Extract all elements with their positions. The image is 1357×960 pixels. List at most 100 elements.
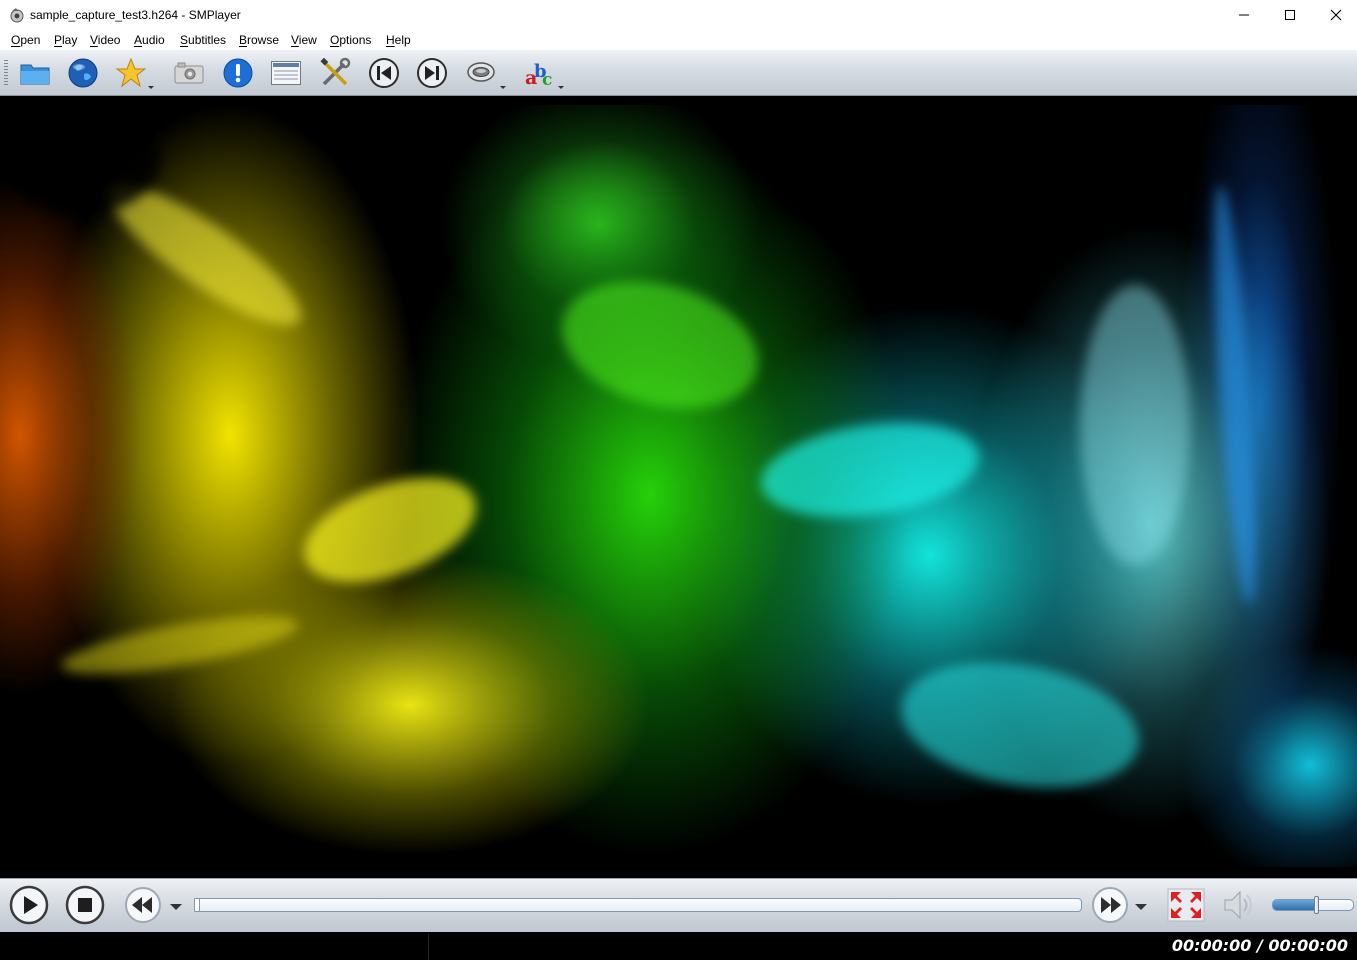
menu-open-label: pen — [20, 33, 41, 47]
previous-button[interactable] — [367, 56, 401, 90]
preferences-tools-icon — [320, 57, 351, 86]
menu-play[interactable]: Play — [54, 33, 77, 47]
menu-browse[interactable]: Browse — [239, 33, 279, 47]
menu-options-accel: O — [330, 33, 340, 47]
play-button[interactable] — [9, 885, 49, 925]
forward-icon — [1092, 887, 1128, 923]
close-button[interactable] — [1313, 0, 1357, 30]
audio-track-icon — [467, 62, 495, 82]
menu-browse-accel: B — [239, 33, 248, 47]
menu-bar: Open Play Video Audio Subtitles Browse V… — [0, 30, 1357, 50]
video-flame-wisp — [547, 261, 773, 429]
video-shadow — [760, 105, 1060, 245]
menu-view[interactable]: View — [291, 33, 317, 47]
menu-help-label: elp — [394, 33, 411, 47]
menu-video-accel: V — [90, 33, 98, 47]
title-bar: sample_capture_test3.h264 - SMPlayer — [0, 0, 1357, 30]
video-flame-wisp — [290, 456, 490, 604]
window-title: sample_capture_test3.h264 - SMPlayer — [30, 8, 241, 22]
fullscreen-button[interactable] — [1166, 885, 1206, 925]
svg-text:c: c — [542, 70, 552, 89]
volume-slider[interactable] — [1272, 896, 1354, 914]
favorites-dropdown-arrow-icon — [148, 86, 154, 89]
stop-button[interactable] — [65, 885, 105, 925]
volume-empty-track — [1317, 900, 1353, 910]
menu-subtitles-accel: S — [180, 33, 189, 47]
next-button[interactable] — [415, 56, 449, 90]
open-file-button[interactable] — [18, 56, 52, 90]
play-icon — [9, 885, 49, 925]
menu-video[interactable]: Video — [90, 33, 120, 47]
seek-slider[interactable] — [194, 898, 1082, 912]
subtitles-abc-icon: a b c — [525, 61, 552, 89]
menu-audio[interactable]: Audio — [134, 33, 165, 47]
subtitles-dropdown-arrow-icon — [558, 86, 564, 89]
audio-track-dropdown-arrow-icon — [500, 86, 506, 89]
toolbar-grip[interactable] — [4, 60, 8, 86]
forward-dropdown-arrow-icon — [1135, 904, 1147, 910]
rewind-dropdown-arrow-icon — [170, 904, 182, 910]
fullscreen-icon — [1167, 888, 1205, 922]
mute-button[interactable] — [1219, 885, 1259, 925]
seek-handle[interactable] — [194, 898, 200, 912]
maximize-icon — [1285, 10, 1295, 20]
video-flame-wisp — [754, 410, 986, 530]
status-bar: 00:00:00 / 00:00:00 — [0, 932, 1357, 960]
menu-play-label: lay — [62, 33, 78, 47]
playlist-button[interactable] — [269, 56, 303, 90]
menu-video-label: ideo — [97, 33, 121, 47]
playlist-icon — [271, 61, 301, 85]
video-shadow — [0, 105, 160, 215]
open-url-globe-icon — [68, 58, 98, 88]
rewind-button[interactable] — [123, 885, 182, 925]
video-frame — [0, 105, 1357, 867]
previous-icon — [369, 58, 399, 88]
next-icon — [417, 58, 447, 88]
open-url-button[interactable] — [66, 56, 100, 90]
menu-audio-accel: A — [134, 33, 143, 47]
menu-view-accel: V — [291, 33, 299, 47]
volume-handle[interactable] — [1314, 896, 1319, 914]
menu-options-label: ptions — [339, 33, 372, 47]
preferences-button[interactable] — [318, 56, 352, 90]
maximize-button[interactable] — [1267, 0, 1313, 30]
mute-speaker-icon — [1224, 890, 1252, 920]
main-toolbar: a b c — [0, 50, 1357, 96]
menu-options[interactable]: Options — [330, 33, 371, 47]
favorites-star-icon — [115, 57, 147, 88]
close-icon — [1330, 9, 1342, 21]
video-flame-wisp — [1080, 285, 1190, 565]
menu-subtitles[interactable]: Subtitles — [180, 33, 226, 47]
status-separator — [428, 934, 429, 960]
info-icon — [223, 58, 253, 88]
screenshot-camera-icon — [174, 62, 204, 84]
video-flame-wisp — [891, 645, 1149, 805]
video-flame-wisp — [58, 604, 302, 686]
smplayer-icon — [9, 7, 25, 23]
open-folder-icon — [20, 64, 50, 85]
info-button[interactable] — [221, 56, 255, 90]
control-bar — [0, 878, 1357, 932]
menu-browse-label: rowse — [247, 33, 280, 47]
time-display: 00:00:00 / 00:00:00 — [1171, 936, 1348, 955]
video-area[interactable] — [0, 96, 1357, 878]
menu-help-accel: H — [386, 33, 395, 47]
video-flame-wisp — [1205, 184, 1265, 606]
menu-open[interactable]: Open — [11, 33, 40, 47]
forward-button[interactable] — [1090, 885, 1147, 925]
smplayer-window: sample_capture_test3.h264 - SMPlayer Ope… — [0, 0, 1357, 960]
menu-audio-label: udio — [142, 33, 165, 47]
stop-icon — [65, 885, 105, 925]
rewind-icon — [125, 887, 161, 923]
subtitles-button[interactable]: a b c — [522, 56, 564, 90]
favorites-button[interactable] — [114, 56, 154, 90]
audio-track-button[interactable] — [464, 56, 506, 90]
menu-play-accel: P — [54, 33, 63, 47]
menu-help[interactable]: Help — [386, 33, 411, 47]
menu-view-label: iew — [298, 33, 317, 47]
minimize-button[interactable] — [1221, 0, 1267, 30]
menu-open-accel: O — [11, 33, 21, 47]
screenshot-button[interactable] — [172, 56, 206, 90]
menu-subtitles-label: ubtitles — [188, 33, 227, 47]
minimize-icon — [1239, 14, 1249, 16]
